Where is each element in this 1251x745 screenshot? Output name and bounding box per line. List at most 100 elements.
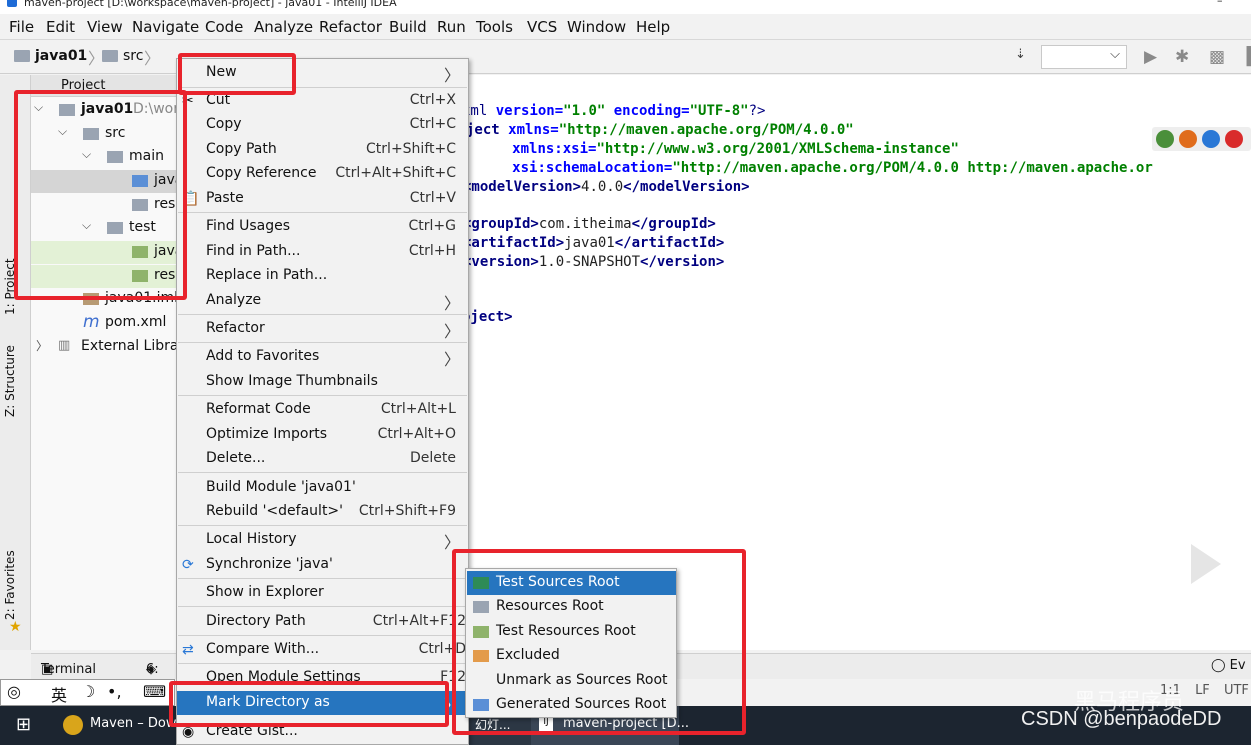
menu-edit[interactable]: Edit: [46, 18, 75, 36]
menu-analyze[interactable]: Analyze: [254, 18, 313, 36]
chevron-right-icon: 〉: [443, 66, 460, 85]
menu-item-replace-in-path[interactable]: Replace in Path...: [177, 264, 468, 288]
menu-item-new[interactable]: New 〉: [177, 61, 468, 85]
tree-item-main[interactable]: ⌵ main: [31, 146, 180, 169]
left-tool-strip: 1: Project Z: Structure 2: Favorites ★: [0, 75, 31, 650]
menu-item-copy-reference[interactable]: Copy Reference Ctrl+Alt+Shift+C: [177, 162, 468, 186]
browser-preview-icons: [1152, 127, 1251, 151]
tree-item-src[interactable]: ⌵ src: [31, 123, 180, 146]
tree-item-pom[interactable]: m pom.xml: [31, 312, 180, 335]
firefox-icon[interactable]: [1179, 130, 1197, 148]
tab-structure[interactable]: Z: Structure: [3, 345, 17, 417]
menu-item-cut[interactable]: ✂ Cut Ctrl+X: [177, 89, 468, 113]
menu-divider: [178, 663, 467, 664]
menu-bar: File Edit View Navigate Code Analyze Ref…: [0, 14, 1251, 40]
menu-help[interactable]: Help: [636, 18, 670, 36]
menu-item-show-image-thumbnails[interactable]: Show Image Thumbnails: [177, 370, 468, 394]
chevron-right-icon[interactable]: 〉: [36, 337, 48, 354]
menu-item-optimize-imports[interactable]: Optimize Imports Ctrl+Alt+O: [177, 423, 468, 447]
menu-build[interactable]: Build: [389, 18, 427, 36]
menu-item-local-history[interactable]: Local History 〉: [177, 528, 468, 552]
menu-item-refactor[interactable]: Refactor 〉: [177, 317, 468, 341]
menu-view[interactable]: View: [87, 18, 123, 36]
coverage-icon[interactable]: ▩: [1209, 47, 1225, 67]
ime-keyboard-icon[interactable]: ⌨: [143, 682, 166, 701]
code-line: <modelVersion>4.0.0</modelVersion>: [468, 179, 750, 195]
submenu-item-resources-root[interactable]: Resources Root: [467, 595, 676, 619]
menu-file[interactable]: File: [9, 18, 34, 36]
submenu-item-test-resources-root[interactable]: Test Resources Root: [467, 620, 676, 644]
menu-item-open-module-settings[interactable]: Open Module Settings F12: [177, 666, 468, 690]
tab-project[interactable]: 1: Project: [3, 258, 17, 315]
tree-item-test-resources[interactable]: resources: [31, 265, 180, 288]
menu-item-directory-path[interactable]: Directory Path Ctrl+Alt+F12: [177, 610, 468, 634]
chevron-down-icon[interactable]: ⌵: [82, 218, 91, 233]
menu-code[interactable]: Code: [205, 18, 243, 36]
code-editor[interactable]: xml version="1.0" encoding="UTF-8"?> jec…: [468, 75, 1251, 650]
menu-item-analyze[interactable]: Analyze 〉: [177, 289, 468, 313]
debug-icon[interactable]: ✱: [1175, 47, 1189, 67]
menu-item-copy-path[interactable]: Copy Path Ctrl+Shift+C: [177, 138, 468, 162]
menu-item-build-module[interactable]: Build Module 'java01': [177, 476, 468, 500]
ime-logo-icon[interactable]: ◎: [7, 682, 21, 701]
submenu-item-generated-sources-root[interactable]: Generated Sources Root: [467, 693, 676, 717]
more-icon[interactable]: ▐: [1240, 47, 1251, 67]
tree-item-iml[interactable]: java01.iml: [31, 288, 180, 311]
ime-punctuation-icon[interactable]: •,: [107, 682, 122, 701]
menu-item-add-to-favorites[interactable]: Add to Favorites 〉: [177, 345, 468, 369]
menu-run[interactable]: Run: [437, 18, 466, 36]
tree-item-external-libraries[interactable]: 〉 ▥ External Libraries: [31, 336, 180, 359]
run-icon[interactable]: ▶: [1144, 47, 1157, 67]
cut-icon: ✂: [182, 93, 194, 109]
menu-refactor[interactable]: Refactor: [319, 18, 382, 36]
breadcrumb-src[interactable]: src: [102, 48, 143, 64]
menu-item-paste[interactable]: 📋 Paste Ctrl+V: [177, 187, 468, 211]
sort-icon[interactable]: ⇣: [1015, 47, 1026, 62]
safari-icon[interactable]: [1202, 130, 1220, 148]
menu-item-synchronize[interactable]: ⟳ Synchronize 'java': [177, 553, 468, 577]
taskbar-chrome[interactable]: Maven – Dow: [57, 706, 176, 745]
submenu-item-excluded[interactable]: Excluded: [467, 644, 676, 668]
menu-item-find-usages[interactable]: Find Usages Ctrl+G: [177, 215, 468, 239]
menu-item-compare-with[interactable]: ⇄ Compare With... Ctrl+D: [177, 638, 468, 662]
tree-item-test[interactable]: ⌵ test: [31, 217, 180, 240]
menu-vcs[interactable]: VCS: [527, 18, 557, 36]
menu-window[interactable]: Window: [567, 18, 626, 36]
tree-item-test-java[interactable]: java: [31, 241, 180, 264]
ime-moon-icon[interactable]: ☽: [81, 682, 95, 701]
menu-item-rebuild[interactable]: Rebuild '<default>' Ctrl+Shift+F9: [177, 500, 468, 524]
code-line: <groupId>com.itheima</groupId>: [468, 216, 716, 232]
sync-icon: ⟳: [182, 557, 194, 573]
breadcrumb-java01[interactable]: java01: [14, 48, 87, 64]
chrome-icon[interactable]: [1156, 130, 1174, 148]
chevron-down-icon[interactable]: ⌵: [34, 100, 43, 115]
windows-start-icon[interactable]: ⊞: [16, 706, 40, 745]
run-config-select[interactable]: ⌵: [1041, 45, 1127, 69]
submenu-item-test-sources-root[interactable]: Test Sources Root: [467, 571, 676, 595]
menu-tools[interactable]: Tools: [476, 18, 513, 36]
menu-item-copy[interactable]: Copy Ctrl+C: [177, 113, 468, 137]
window-titlebar: maven-project [D:\workspace\maven-projec…: [0, 0, 1251, 14]
tree-item-main-java[interactable]: java: [31, 170, 180, 193]
code-line: <version>1.0-SNAPSHOT</version>: [468, 254, 725, 270]
video-play-button[interactable]: [1153, 520, 1251, 608]
menu-item-find-in-path[interactable]: Find in Path... Ctrl+H: [177, 240, 468, 264]
tab-favorites[interactable]: 2: Favorites: [3, 550, 17, 620]
event-log-icon[interactable]: ◯ Ev: [1211, 658, 1246, 673]
submenu-item-unmark[interactable]: Unmark as Sources Root: [467, 669, 676, 693]
ime-language[interactable]: 英: [51, 682, 67, 706]
line-separator[interactable]: LF: [1195, 683, 1210, 698]
tree-item-java01[interactable]: ⌵ java01 D:\wor: [31, 99, 180, 122]
menu-item-delete[interactable]: Delete... Delete: [177, 447, 468, 471]
menu-item-mark-directory-as[interactable]: Mark Directory as 〉: [177, 691, 468, 715]
opera-icon[interactable]: [1225, 130, 1243, 148]
menu-item-reformat-code[interactable]: Reformat Code Ctrl+Alt+L: [177, 398, 468, 422]
menu-navigate[interactable]: Navigate: [132, 18, 199, 36]
file-encoding[interactable]: UTF: [1224, 683, 1249, 698]
menu-item-create-gist[interactable]: ◉ Create Gist...: [177, 720, 468, 744]
tree-item-main-resources[interactable]: resources: [31, 194, 180, 217]
chevron-down-icon[interactable]: ⌵: [58, 124, 67, 139]
minimize-button[interactable]: –: [1217, 0, 1223, 7]
menu-item-show-in-explorer[interactable]: Show in Explorer: [177, 581, 468, 605]
chevron-down-icon[interactable]: ⌵: [82, 147, 91, 162]
